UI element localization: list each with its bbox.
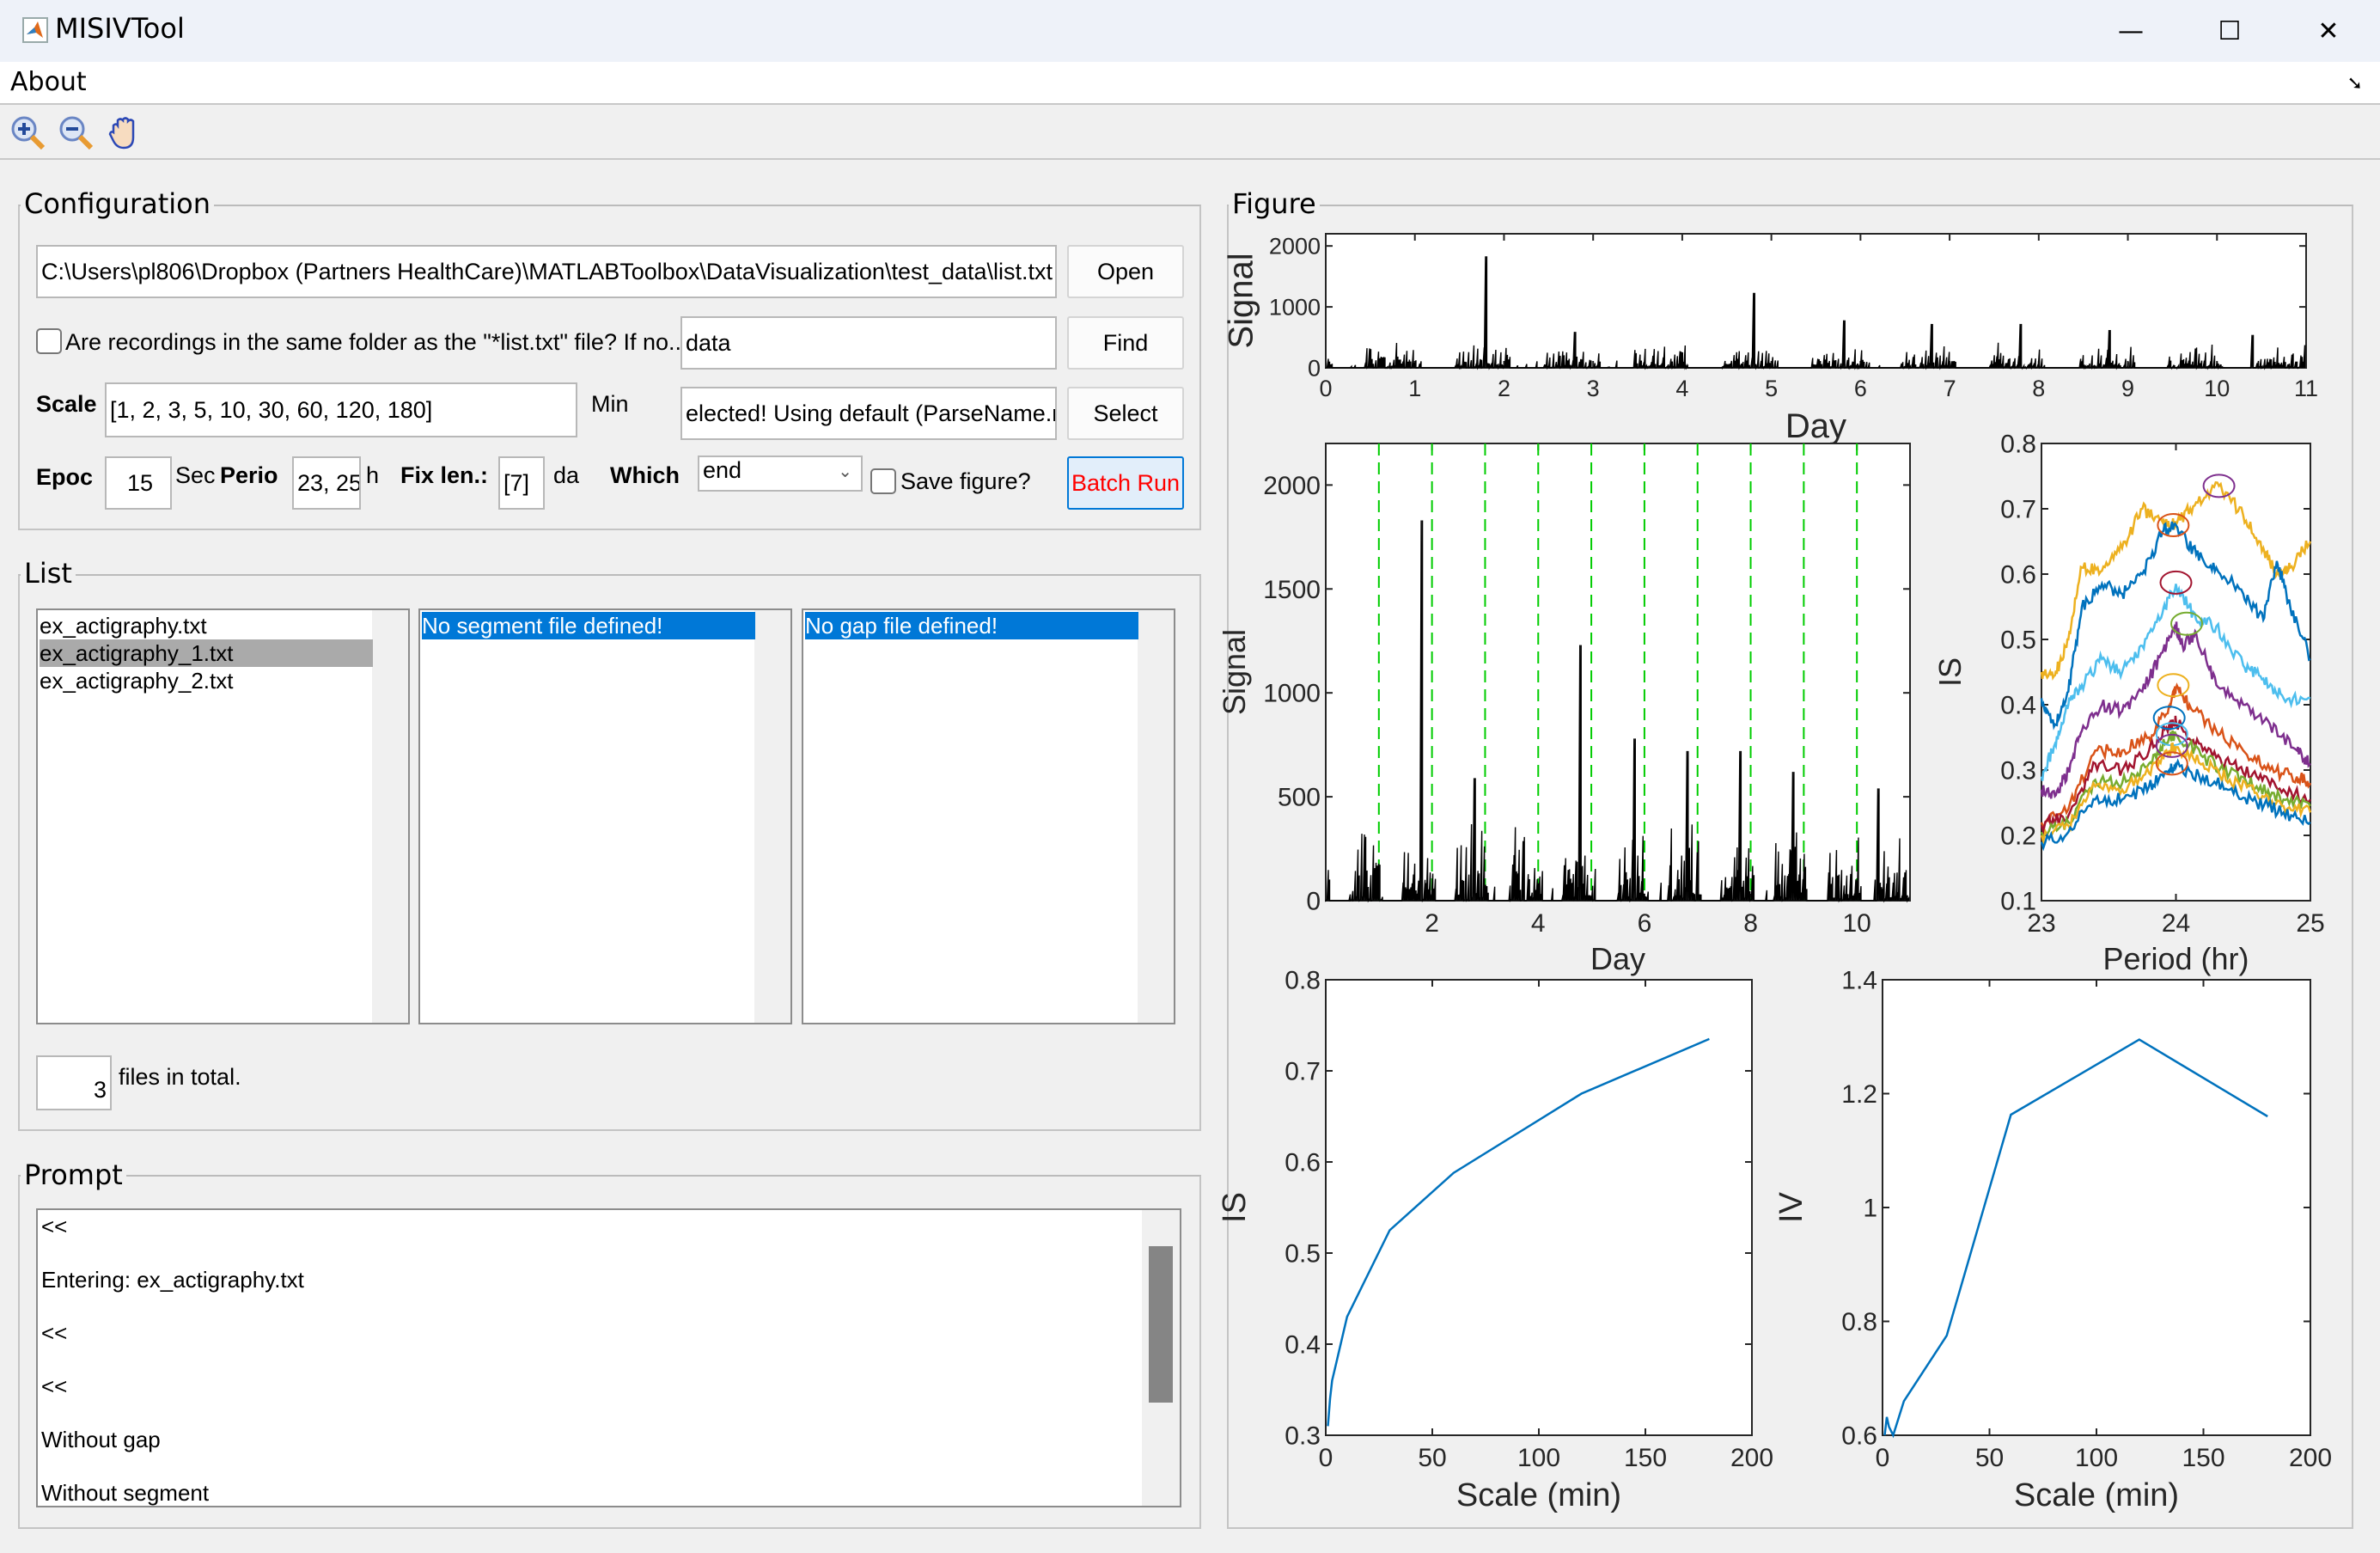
chart-is-scale: 0 50 100 150 200 0.3 0.4 0.5 0.6 0.7 0.8 Scale (min… (1217, 967, 1773, 1514)
x-tick-label: 2 (1425, 909, 1439, 938)
y-tick-label: 0.4 (2000, 692, 2036, 720)
x-tick-label: 11 (2294, 376, 2318, 401)
x-tick-label: 6 (1638, 909, 1652, 938)
y-tick-label: 0 (1306, 888, 1321, 916)
y-tick-label: 2000 (1269, 234, 1321, 260)
x-tick-label: 5 (1765, 376, 1778, 401)
y-tick-label: 0.6 (1841, 1422, 1877, 1451)
x-tick-label: 6 (1854, 376, 1867, 401)
y-tick-label: 0.3 (2000, 757, 2036, 786)
plot-area (1325, 443, 1911, 902)
y-tick-label: 0.5 (1285, 1240, 1321, 1269)
y-tick-label: 0.6 (1285, 1149, 1321, 1177)
x-tick-label: 0 (1876, 1444, 1890, 1472)
x-tick-label: 3 (1587, 376, 1600, 401)
x-tick-label: 0 (1319, 1444, 1333, 1472)
x-tick-label: 150 (1624, 1444, 1667, 1472)
x-tick-label: 4 (1675, 376, 1688, 401)
x-tick-label: 200 (1730, 1444, 1773, 1472)
x-tick-label: 10 (1842, 909, 1870, 938)
x-tick-label: 50 (1975, 1444, 2004, 1472)
y-tick-label: 1000 (1269, 295, 1321, 321)
chart-signal-detail: 2 4 6 8 10 0 500 1000 1500 2000 Day Signal (1217, 443, 1911, 976)
x-tick-label: 0 (1319, 376, 1332, 401)
y-axis-label: Signal (1217, 629, 1252, 715)
y-tick-label: 500 (1278, 784, 1321, 812)
y-tick-label: 1.4 (1841, 967, 1877, 995)
y-tick-label: 0.1 (2000, 888, 2036, 916)
y-tick-label: 2000 (1263, 472, 1321, 500)
y-tick-label: 0.7 (1285, 1058, 1321, 1086)
y-tick-label: 0 (1308, 355, 1321, 381)
x-tick-label: 100 (2075, 1444, 2118, 1472)
x-axis-label: Period (hr) (2102, 941, 2249, 976)
y-tick-label: 1500 (1263, 576, 1321, 604)
x-tick-label: 7 (1944, 376, 1956, 401)
x-tick-label: 8 (2032, 376, 2045, 401)
y-tick-label: 1000 (1263, 680, 1321, 708)
x-axis-label: Day (1590, 941, 1645, 976)
y-tick-label: 0.8 (1285, 967, 1321, 995)
x-tick-label: 200 (2289, 1444, 2332, 1472)
x-tick-label: 24 (2162, 909, 2190, 938)
y-tick-label: 0.3 (1285, 1422, 1321, 1451)
plot-area (2041, 443, 2311, 902)
x-tick-label: 1 (1408, 376, 1421, 401)
x-axis-label: Scale (min) (2014, 1477, 2179, 1513)
y-tick-label: 0.5 (2000, 627, 2036, 655)
x-axis-label: Scale (min) (1456, 1477, 1621, 1513)
y-axis-label: IS (1932, 657, 1968, 687)
y-tick-label: 0.8 (1841, 1308, 1877, 1336)
x-tick-label: 2 (1498, 376, 1510, 401)
chart-is-period: 23 24 250.10.20.30.40.50.60.70.8Period (hr… (1932, 431, 2325, 977)
x-tick-label: 25 (2296, 909, 2324, 938)
x-tick-label: 100 (1517, 1444, 1560, 1472)
y-axis-label: IV (1773, 1191, 1809, 1223)
y-tick-label: 1 (1863, 1195, 1877, 1223)
y-axis-label: IS (1217, 1192, 1253, 1223)
plot-area (1325, 233, 2307, 369)
x-tick-label: 4 (1531, 909, 1546, 938)
y-tick-label: 0.7 (2000, 496, 2036, 524)
chart-iv-scale: 0 50 100 150 200 0.6 0.8 1 1.2 1.4 Scale (min) IV (1773, 967, 2332, 1514)
chart-signal-overview: 0 1 2 3 4 5 6 7 8 9 10 11 0 1000 2000 Day Signal (1222, 233, 2318, 445)
x-tick-label: 50 (1418, 1444, 1446, 1472)
x-tick-label: 150 (2182, 1444, 2224, 1472)
y-tick-label: 0.8 (2000, 431, 2036, 459)
figure-canvas: 0 1 2 3 4 5 6 7 8 9 10 11010002000DaySignal2 4 6 8 1005… (1217, 233, 2332, 1514)
y-tick-label: 0.2 (2000, 822, 2036, 851)
x-tick-label: 9 (2121, 376, 2134, 401)
x-axis-label: Day (1785, 407, 1846, 445)
y-tick-label: 0.4 (1285, 1331, 1321, 1360)
y-tick-label: 1.2 (1841, 1080, 1877, 1109)
plot-area (1882, 979, 2311, 1436)
y-axis-label: Signal (1222, 253, 1260, 348)
x-tick-label: 8 (1743, 909, 1758, 938)
y-tick-label: 0.6 (2000, 561, 2036, 590)
x-tick-label: 10 (2204, 376, 2230, 401)
